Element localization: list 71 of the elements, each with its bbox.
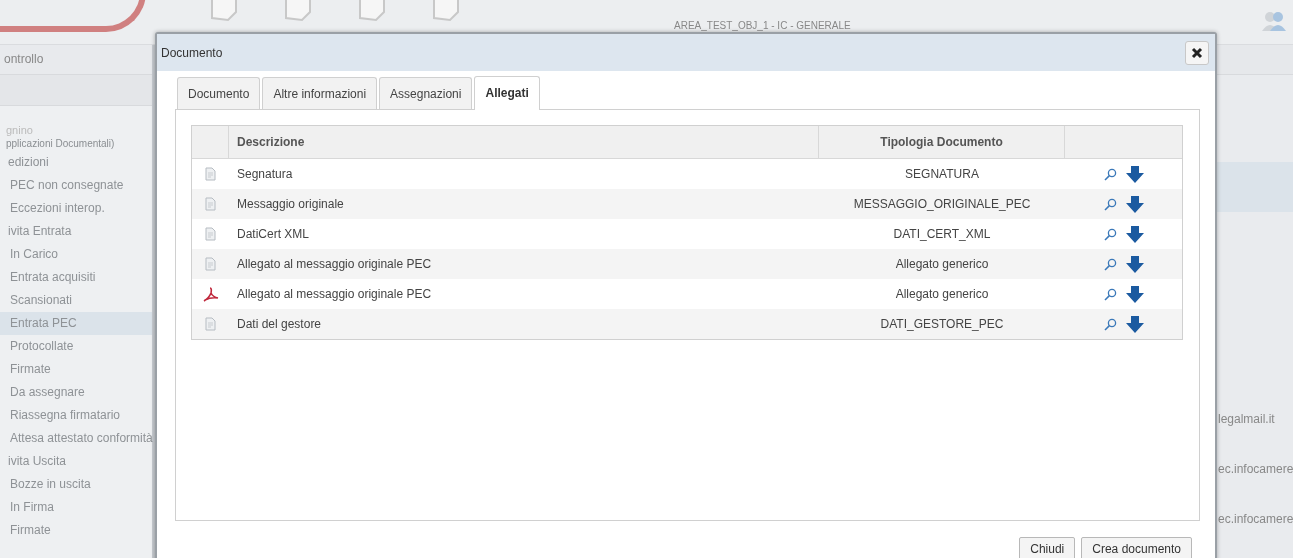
dialog-button[interactable]: Crea documento — [1081, 537, 1192, 558]
logo-swoosh-icon — [0, 0, 146, 32]
email-text: ec.infocamere — [1218, 462, 1293, 476]
sidebar-item[interactable]: Bozze in uscita — [0, 473, 152, 496]
email-text: legalmail.it — [1218, 412, 1275, 426]
sidebar-item[interactable]: Firmate — [0, 358, 152, 381]
file-icon — [205, 227, 216, 241]
table-cell-text: Allegato generico — [894, 286, 990, 303]
table-cell-text: SEGNATURA — [904, 166, 980, 183]
file-icon — [205, 257, 216, 271]
download-arrow-icon[interactable] — [1125, 165, 1144, 183]
email-text: ec.infocamere — [1218, 512, 1293, 526]
column-header: Descrizione — [229, 126, 819, 158]
search-icon[interactable] — [1103, 287, 1117, 301]
download-arrow-icon[interactable] — [1125, 225, 1144, 243]
sidebar-item[interactable]: In Firma — [0, 496, 152, 519]
file-icon — [205, 197, 216, 211]
table-row[interactable]: Allegato al messaggio originale PEC Allegato generico — [192, 279, 1182, 309]
column-header: Tipologia Documento — [819, 126, 1065, 158]
dialog-title: Documento — [161, 45, 223, 60]
table-cell-text: Messaggio originale — [236, 196, 345, 213]
sidebar-item[interactable]: ivita Uscita — [0, 450, 152, 473]
pdf-icon — [202, 286, 219, 302]
download-arrow-icon[interactable] — [1125, 285, 1144, 303]
search-icon[interactable] — [1103, 257, 1117, 271]
table-cell-text: Allegato generico — [894, 256, 990, 273]
sidebar-item[interactable]: Riassegna firmatario — [0, 404, 152, 427]
sidebar-item[interactable]: edizioni — [0, 151, 152, 174]
table-cell-text: Allegato al messaggio originale PEC — [236, 256, 433, 273]
table-cell-text: Allegato al messaggio originale PEC — [236, 286, 433, 303]
table-cell-text: DATI_GESTORE_PEC — [879, 316, 1005, 333]
file-icon — [205, 317, 216, 331]
table-cell-text: Dati del gestore — [236, 316, 323, 333]
sidebar-item[interactable]: PEC non consegnate — [0, 174, 152, 197]
sidebar-item[interactable]: ivita Entrata — [0, 220, 152, 243]
close-icon — [1191, 46, 1203, 59]
sidebar-item[interactable]: Scansionati — [0, 289, 152, 312]
tab[interactable]: Altre informazioni — [262, 77, 378, 109]
sidebar-title: ontrollo — [0, 45, 152, 75]
search-icon[interactable] — [1103, 167, 1117, 181]
sidebar-item[interactable]: Eccezioni interop. — [0, 197, 152, 220]
file-icon — [205, 167, 216, 181]
table-row[interactable]: DatiCert XML DATI_CERT_XML — [192, 219, 1182, 249]
table-row[interactable]: Segnatura SEGNATURA — [192, 159, 1182, 189]
table-cell-text: DatiCert XML — [236, 226, 311, 243]
table-cell-text: DATI_CERT_XML — [892, 226, 992, 243]
table-row[interactable]: Allegato al messaggio originale PEC Allegato generico — [192, 249, 1182, 279]
search-icon[interactable] — [1103, 317, 1117, 331]
sidebar-item[interactable]: Attesa attestato conformità — [0, 427, 152, 450]
dialog-button[interactable]: Chiudi — [1019, 537, 1076, 558]
sidebar-item[interactable]: Da assegnare — [0, 381, 152, 404]
sidebar-item[interactable]: Firmate — [0, 519, 152, 542]
table-cell-text: MESSAGGIO_ORIGINALE_PEC — [852, 196, 1032, 213]
sidebar-subheading: pplicazioni Documentali) — [5, 137, 116, 151]
tab[interactable]: Documento — [177, 77, 261, 109]
search-icon[interactable] — [1103, 197, 1117, 211]
close-button[interactable] — [1185, 40, 1209, 65]
tab[interactable]: Allegati — [474, 76, 540, 110]
download-arrow-icon[interactable] — [1125, 195, 1144, 213]
sidebar-item[interactable]: Entrata acquisiti — [0, 266, 152, 289]
search-icon[interactable] — [1103, 227, 1117, 241]
area-label: AREA_TEST_OBJ_1 - IC - GENERALE — [674, 20, 851, 31]
sidebar-item[interactable]: In Carico — [0, 243, 152, 266]
table-row[interactable]: Messaggio originale MESSAGGIO_ORIGINALE_PEC — [192, 189, 1182, 219]
sidebar-item[interactable]: Entrata PEC — [0, 312, 152, 335]
tab[interactable]: Assegnazioni — [379, 77, 473, 109]
download-arrow-icon[interactable] — [1125, 315, 1144, 333]
table-row[interactable]: Dati del gestore DATI_GESTORE_PEC — [192, 309, 1182, 339]
download-arrow-icon[interactable] — [1125, 255, 1144, 273]
table-cell-text: Segnatura — [236, 166, 294, 183]
sidebar-item[interactable]: Protocollate — [0, 335, 152, 358]
